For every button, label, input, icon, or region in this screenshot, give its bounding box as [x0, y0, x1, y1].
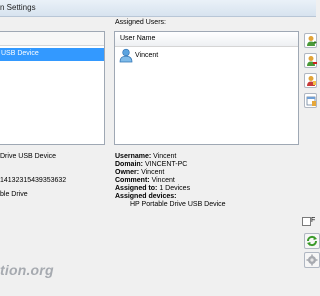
assigned-devices-row: Assigned devices:: [115, 193, 176, 200]
device-type-text: ble Drive: [0, 191, 28, 198]
option-checkbox[interactable]: [302, 217, 311, 226]
domain-row: Domain: VINCENT-PC: [115, 161, 187, 168]
assigned-users-list[interactable]: User Name Vincent: [114, 31, 299, 145]
window-title: n Settings: [0, 3, 36, 12]
assigned-devices-label: Assigned devices:: [115, 193, 177, 200]
comment-value: Vincent: [151, 177, 175, 184]
settings-button[interactable]: [304, 252, 320, 268]
device-list[interactable]: USB Device: [0, 31, 105, 145]
assigned-device-item: HP Portable Drive USB Device: [130, 201, 226, 208]
username-row: Username: Vincent: [115, 153, 176, 160]
device-serial-text: 14132315439353632: [0, 177, 67, 184]
domain-value: VINCENT-PC: [144, 161, 188, 168]
watermark: tion.org: [0, 262, 54, 278]
user-icon: [119, 48, 133, 65]
assigned-to-label: Assigned to:: [115, 185, 158, 192]
edit-user-button[interactable]: [304, 73, 317, 88]
user-list-header: User Name: [115, 32, 298, 47]
user-list-item[interactable]: Vincent: [119, 48, 239, 64]
device-list-item-label: USB Device: [1, 50, 39, 57]
user-name-column-header[interactable]: User Name: [120, 35, 155, 42]
comment-row: Comment: Vincent: [115, 177, 175, 184]
add-user-button[interactable]: [304, 33, 317, 48]
refresh-button[interactable]: [304, 233, 320, 249]
username-label: Username:: [115, 153, 152, 160]
owner-label: Owner:: [115, 169, 140, 176]
gear-icon: [305, 254, 319, 269]
device-list-item-selected[interactable]: USB Device: [0, 48, 104, 61]
device-list-header: [0, 32, 104, 46]
refresh-icon: [305, 235, 319, 250]
title-bar: n Settings: [0, 0, 316, 17]
domain-label: Domain:: [115, 161, 143, 168]
assigned-users-label: Assigned Users:: [115, 19, 166, 26]
option-checkbox-label: F: [311, 217, 316, 224]
owner-row: Owner: Vincent: [115, 169, 164, 176]
properties-button[interactable]: [304, 93, 317, 108]
assigned-to-value: 1 Devices: [159, 185, 191, 192]
comment-label: Comment:: [115, 177, 150, 184]
device-name-text: Drive USB Device: [0, 153, 57, 160]
assigned-to-row: Assigned to: 1 Devices: [115, 185, 190, 192]
remove-user-button[interactable]: [304, 53, 317, 68]
owner-value: Vincent: [141, 169, 165, 176]
user-name-label: Vincent: [135, 52, 159, 59]
username-value: Vincent: [153, 153, 177, 160]
